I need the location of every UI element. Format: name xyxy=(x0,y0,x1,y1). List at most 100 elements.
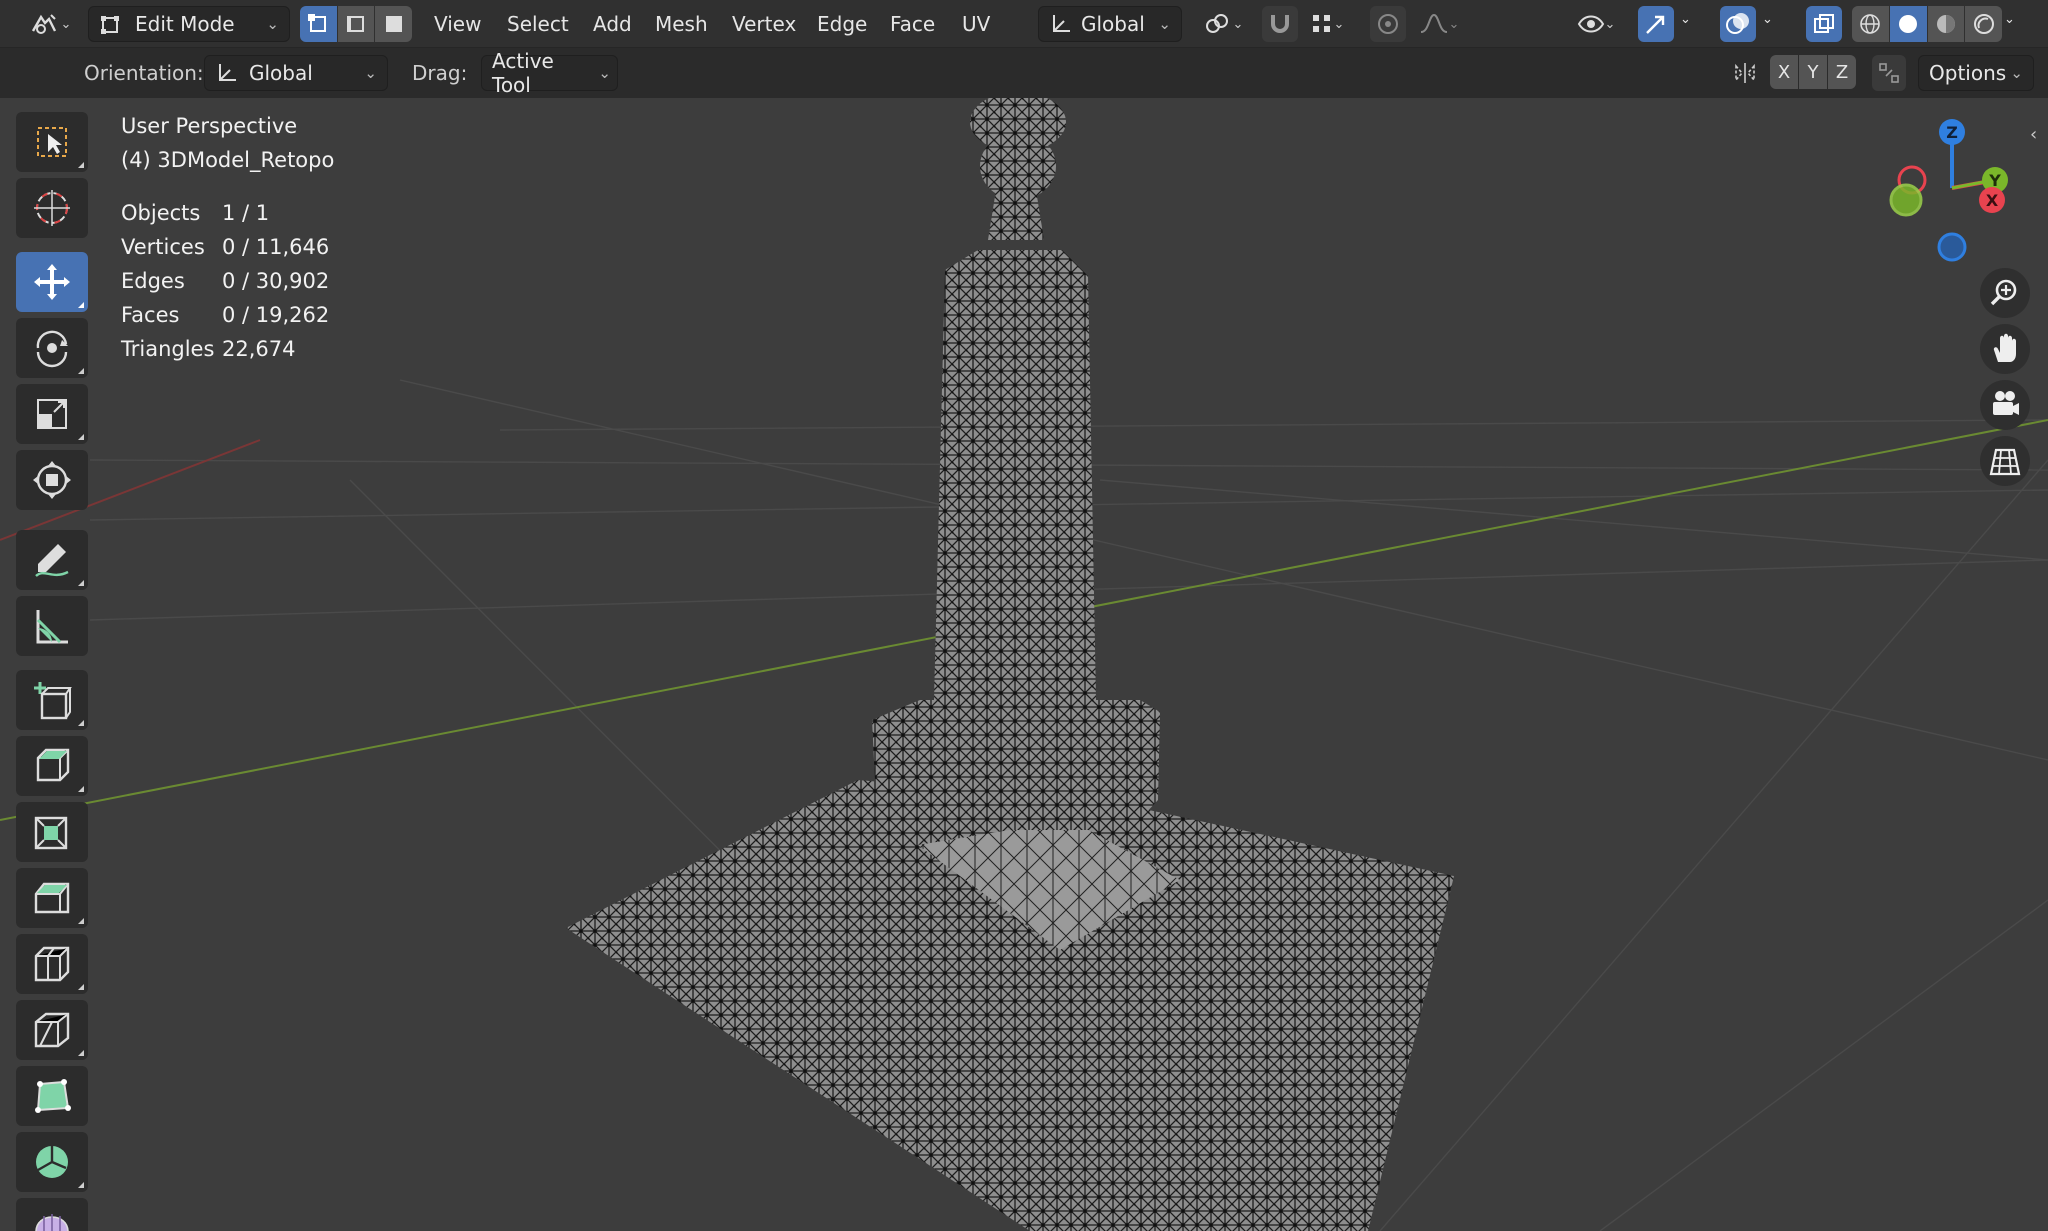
spin-icon xyxy=(36,1146,68,1178)
move-icon xyxy=(34,264,70,300)
snap-target-button[interactable]: ⌄ xyxy=(1298,6,1356,42)
annotate-tool[interactable] xyxy=(16,530,88,590)
menu-vertex[interactable]: Vertex xyxy=(732,12,796,36)
menu-edge[interactable]: Edge xyxy=(817,12,867,36)
smooth-tool[interactable] xyxy=(16,1198,88,1231)
rotate-tool[interactable] xyxy=(16,318,88,378)
transform-tool[interactable] xyxy=(16,450,88,510)
loop-cut-icon xyxy=(34,946,70,982)
material-shading-button[interactable] xyxy=(1927,6,1965,42)
view-name: User Perspective xyxy=(121,114,298,138)
chevron-down-icon[interactable]: ⌄ xyxy=(1762,12,1773,27)
menu-mesh[interactable]: Mesh xyxy=(655,12,708,36)
vertex-select-button[interactable] xyxy=(300,6,337,42)
transform-orientation-label: Global xyxy=(1081,12,1145,36)
snap-toggle[interactable] xyxy=(1262,6,1298,42)
drag-label: Drag: xyxy=(412,61,468,85)
object-name: (4) 3DModel_Retopo xyxy=(121,148,335,172)
xray-toggle[interactable] xyxy=(1806,6,1842,42)
mode-label: Edit Mode xyxy=(135,12,235,36)
xray-icon xyxy=(1814,14,1834,33)
measure-tool[interactable] xyxy=(16,596,88,656)
spin-tool[interactable] xyxy=(16,1132,88,1192)
negative-z-handle[interactable] xyxy=(1937,232,1967,262)
menu-view[interactable]: View xyxy=(434,12,481,36)
mirror-toggle[interactable] xyxy=(1728,55,1762,91)
falloff-button[interactable]: ⌄ xyxy=(1410,6,1468,42)
pivot-point-button[interactable]: ⌄ xyxy=(1194,6,1252,42)
viewport-header: ⌄ Edit Mode ⌄ View Select Add Mesh Verte… xyxy=(0,0,2048,48)
drag-dropdown[interactable]: Active Tool ⌄ xyxy=(481,49,618,97)
zoom-icon xyxy=(1990,279,2017,306)
transform-orientation-dropdown[interactable]: Global ⌄ xyxy=(1038,6,1182,42)
select-box-tool[interactable] xyxy=(16,112,88,172)
loop-cut-tool[interactable] xyxy=(16,934,88,994)
orientation-axes-icon xyxy=(1053,15,1070,32)
falloff-curve-icon xyxy=(1420,13,1447,33)
add-cube-tool[interactable] xyxy=(16,670,88,730)
wireframe-sphere-icon xyxy=(1860,14,1881,34)
editor-type-button[interactable]: ⌄ xyxy=(22,6,78,42)
edge-select-button[interactable] xyxy=(337,6,375,42)
stat-faces-label: Faces xyxy=(121,303,180,327)
bevel-tool[interactable] xyxy=(16,868,88,928)
wireframe-shading-button[interactable] xyxy=(1852,6,1889,42)
scale-tool[interactable] xyxy=(16,384,88,444)
edit-mode-icon xyxy=(101,16,119,34)
chevron-down-icon[interactable]: ⌄ xyxy=(1680,12,1691,27)
camera-view-button[interactable] xyxy=(1980,380,2030,430)
mirror-icon xyxy=(1735,63,1755,83)
magnet-icon xyxy=(1271,15,1289,33)
knife-icon xyxy=(34,1012,70,1048)
mode-dropdown[interactable]: Edit Mode ⌄ xyxy=(88,6,290,42)
zoom-button[interactable] xyxy=(1980,268,2030,318)
chevron-down-icon: ⌄ xyxy=(598,64,611,82)
negative-y-handle[interactable] xyxy=(1889,183,1923,217)
menu-add[interactable]: Add xyxy=(593,12,632,36)
poly-build-tool[interactable] xyxy=(16,1066,88,1126)
stat-objects-value: 1 / 1 xyxy=(222,201,270,225)
pan-button[interactable] xyxy=(1980,324,2030,374)
menu-face[interactable]: Face xyxy=(890,12,935,36)
stat-vertices-label: Vertices xyxy=(121,235,205,259)
knife-tool[interactable] xyxy=(16,1000,88,1060)
grid-view-icon xyxy=(1989,448,2021,476)
chevron-down-icon[interactable]: ⌄ xyxy=(2004,12,2015,27)
auto-merge-toggle[interactable] xyxy=(1872,55,1906,91)
orientation-dropdown[interactable]: Global ⌄ xyxy=(204,55,388,91)
inset-icon xyxy=(34,816,68,850)
inset-tool[interactable] xyxy=(16,802,88,862)
auto-merge-icon xyxy=(1879,63,1899,83)
face-select-button[interactable] xyxy=(375,6,412,42)
sidebar-toggle-chevron-icon[interactable]: ‹ xyxy=(2030,124,2037,145)
visibility-button[interactable]: ⌄ xyxy=(1566,6,1626,42)
menu-uv[interactable]: UV xyxy=(962,12,990,36)
select-box-icon xyxy=(37,127,67,157)
mirror-y-button[interactable]: Y xyxy=(1799,55,1827,89)
cursor-tool[interactable] xyxy=(16,178,88,238)
drag-value: Active Tool xyxy=(492,49,554,97)
solid-shading-button[interactable] xyxy=(1889,6,1927,42)
camera-icon xyxy=(1993,391,2019,415)
snap-grid-icon xyxy=(1312,15,1330,32)
rendered-sphere-icon xyxy=(1973,14,1994,34)
poly-build-icon xyxy=(35,1079,71,1113)
menu-select[interactable]: Select xyxy=(507,12,569,36)
move-tool[interactable] xyxy=(16,252,88,312)
gizmo-toggle[interactable] xyxy=(1638,6,1674,42)
extrude-tool[interactable] xyxy=(16,736,88,796)
extrude-icon xyxy=(36,748,70,782)
eye-icon xyxy=(1577,15,1604,33)
viewport-canvas[interactable] xyxy=(0,98,2048,1231)
proportional-edit-toggle[interactable] xyxy=(1370,6,1406,42)
options-dropdown[interactable]: Options ⌄ xyxy=(1918,55,2034,91)
navigation-gizmo[interactable]: Z Y X xyxy=(1880,110,2020,270)
mirror-z-button[interactable]: Z xyxy=(1828,55,1856,89)
mirror-x-button[interactable]: X xyxy=(1770,55,1798,89)
perspective-toggle-button[interactable] xyxy=(1980,436,2030,486)
shading-mode-group xyxy=(1852,6,2002,42)
overlays-toggle[interactable] xyxy=(1720,6,1756,42)
stat-edges-value: 0 / 30,902 xyxy=(222,269,330,293)
chevron-down-icon: ⌄ xyxy=(2010,64,2023,82)
rendered-shading-button[interactable] xyxy=(1965,6,2002,42)
